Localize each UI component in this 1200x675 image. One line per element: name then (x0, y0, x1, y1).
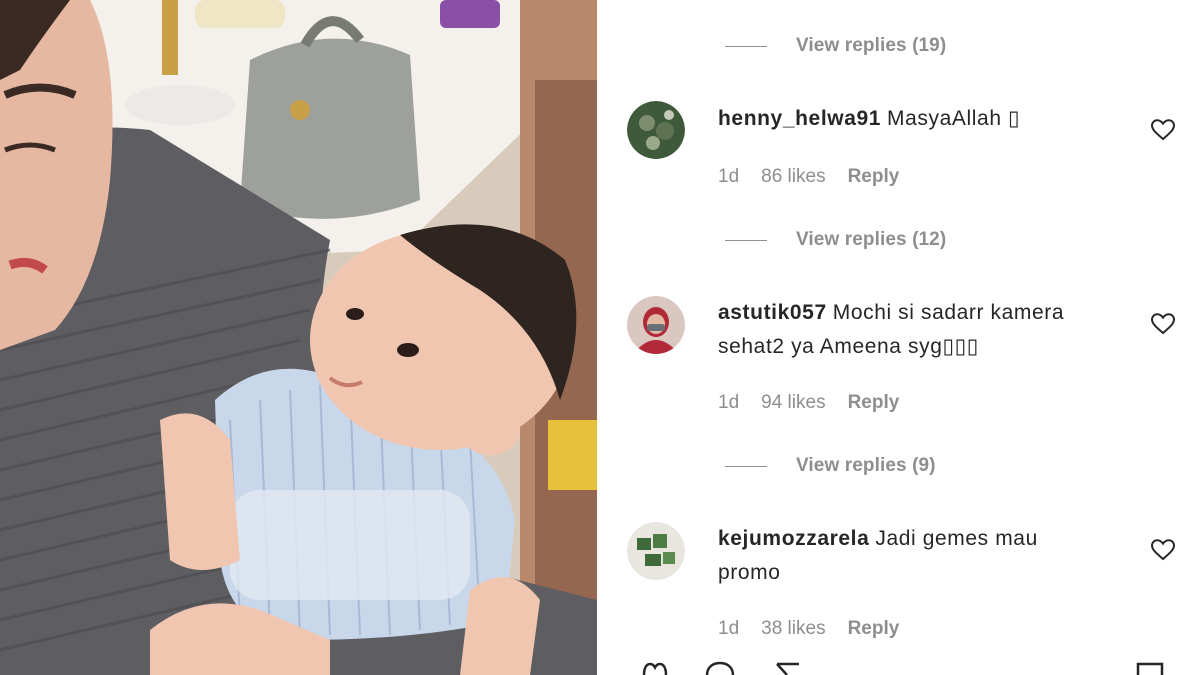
comment-likes[interactable]: 94 likes (761, 392, 825, 414)
comment-body: MasyaAllah ▯ (887, 107, 1021, 130)
comment-icon[interactable] (705, 660, 735, 675)
comment-like-heart-icon[interactable] (1150, 539, 1176, 561)
comment-age: 1d (718, 392, 740, 413)
reply-button[interactable]: Reply (848, 618, 900, 640)
comment-meta: 1d 38 likes Reply (718, 618, 899, 640)
avatar[interactable] (627, 296, 685, 354)
avatar-image-icon (627, 296, 685, 354)
thread-line (725, 466, 767, 467)
comment-meta: 1d 86 likes Reply (718, 166, 899, 188)
view-replies-button[interactable]: View replies (9) (796, 455, 936, 477)
comment-text: kejumozzarela Jadi gemes mau promo (718, 522, 1118, 590)
post-image[interactable] (0, 0, 597, 675)
photo-of-baby-icon (0, 0, 597, 675)
comment-body-line1: Jadi gemes mau (875, 527, 1038, 550)
avatar-image-icon (627, 101, 685, 159)
comment-text: astutik057 Mochi si sadarr kamera sehat2 … (718, 296, 1118, 364)
thread-line (725, 240, 767, 241)
reply-button[interactable]: Reply (848, 166, 900, 188)
bookmark-icon[interactable] (1135, 660, 1165, 675)
comment-username[interactable]: astutik057 (718, 301, 827, 324)
comment-username[interactable]: henny_helwa91 (718, 107, 881, 130)
thread-line (725, 46, 767, 47)
comment-username[interactable]: kejumozzarela (718, 527, 869, 550)
avatar[interactable] (627, 101, 685, 159)
comment-like-heart-icon[interactable] (1150, 313, 1176, 335)
heart-icon[interactable] (641, 660, 669, 675)
comment-text: henny_helwa91 MasyaAllah ▯ (718, 102, 1118, 136)
comment-like-heart-icon[interactable] (1150, 119, 1176, 141)
view-replies-button[interactable]: View replies (19) (796, 35, 946, 57)
view-replies-button[interactable]: View replies (12) (796, 229, 946, 251)
avatar-image-icon (627, 522, 685, 580)
share-icon[interactable] (775, 660, 801, 675)
comment-age: 1d (718, 618, 740, 639)
comment-body-line2: sehat2 ya Ameena syg▯▯▯ (718, 335, 979, 358)
comment-age: 1d (718, 166, 740, 187)
comment-likes[interactable]: 86 likes (761, 166, 825, 188)
comment-body-line1: Mochi si sadarr kamera (832, 301, 1065, 324)
avatar[interactable] (627, 522, 685, 580)
reply-button[interactable]: Reply (848, 392, 900, 414)
post-action-bar (597, 660, 1200, 675)
comments-panel: View replies (19) henny_helwa91 MasyaAlla… (597, 0, 1200, 675)
comment-meta: 1d 94 likes Reply (718, 392, 899, 414)
comment-likes[interactable]: 38 likes (761, 618, 825, 640)
comment-body-line2: promo (718, 561, 781, 584)
